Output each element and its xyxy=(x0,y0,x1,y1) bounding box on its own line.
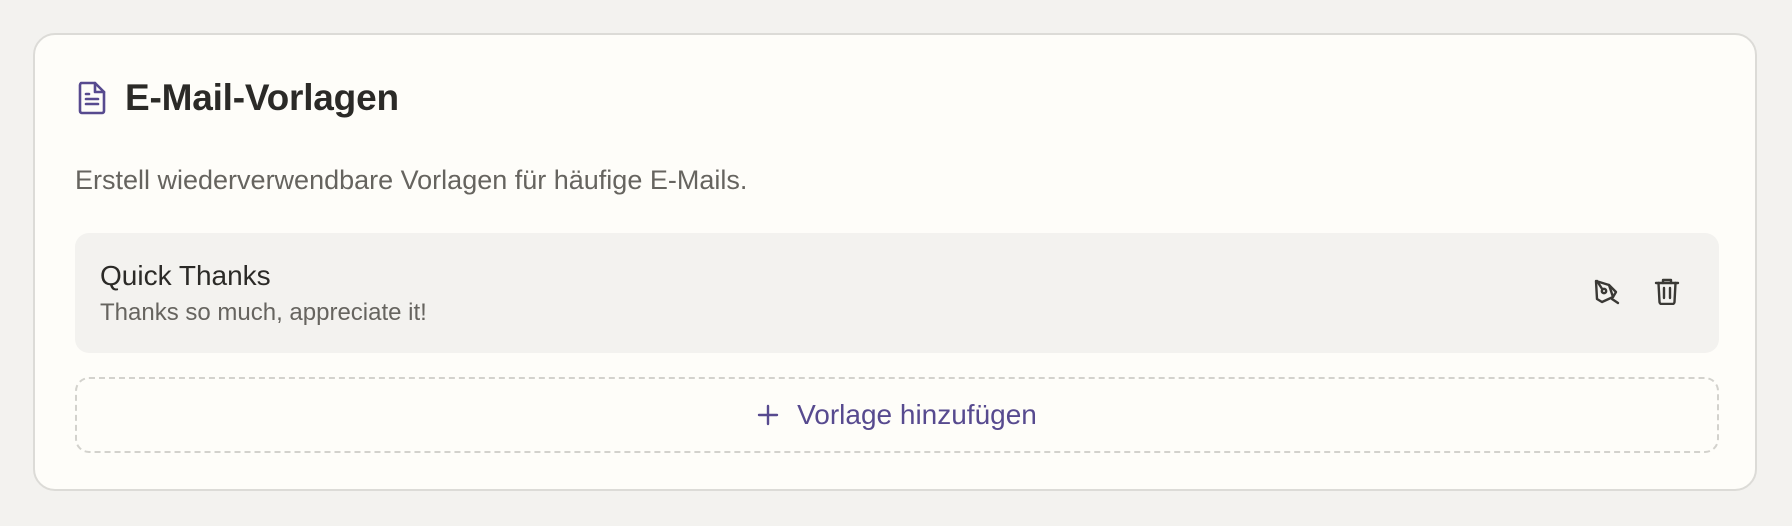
email-templates-card: E-Mail-Vorlagen Erstell wiederverwendbar… xyxy=(33,33,1757,491)
card-header: E-Mail-Vorlagen xyxy=(75,77,399,119)
delete-template-button[interactable] xyxy=(1647,271,1687,311)
section-description: Erstell wiederverwendbare Vorlagen für h… xyxy=(75,165,748,195)
add-template-button[interactable]: Vorlage hinzufügen xyxy=(75,377,1719,453)
plus-icon xyxy=(757,404,779,426)
edit-template-button[interactable] xyxy=(1587,271,1627,311)
pen-icon xyxy=(1593,277,1621,305)
template-item[interactable]: Quick Thanks Thanks so much, appreciate … xyxy=(75,233,1719,353)
section-title: E-Mail-Vorlagen xyxy=(125,77,399,118)
trash-icon xyxy=(1654,277,1680,305)
document-icon xyxy=(75,79,109,117)
template-name: Quick Thanks xyxy=(100,260,271,291)
add-template-label: Vorlage hinzufügen xyxy=(797,399,1037,430)
template-preview: Thanks so much, appreciate it! xyxy=(100,299,427,326)
